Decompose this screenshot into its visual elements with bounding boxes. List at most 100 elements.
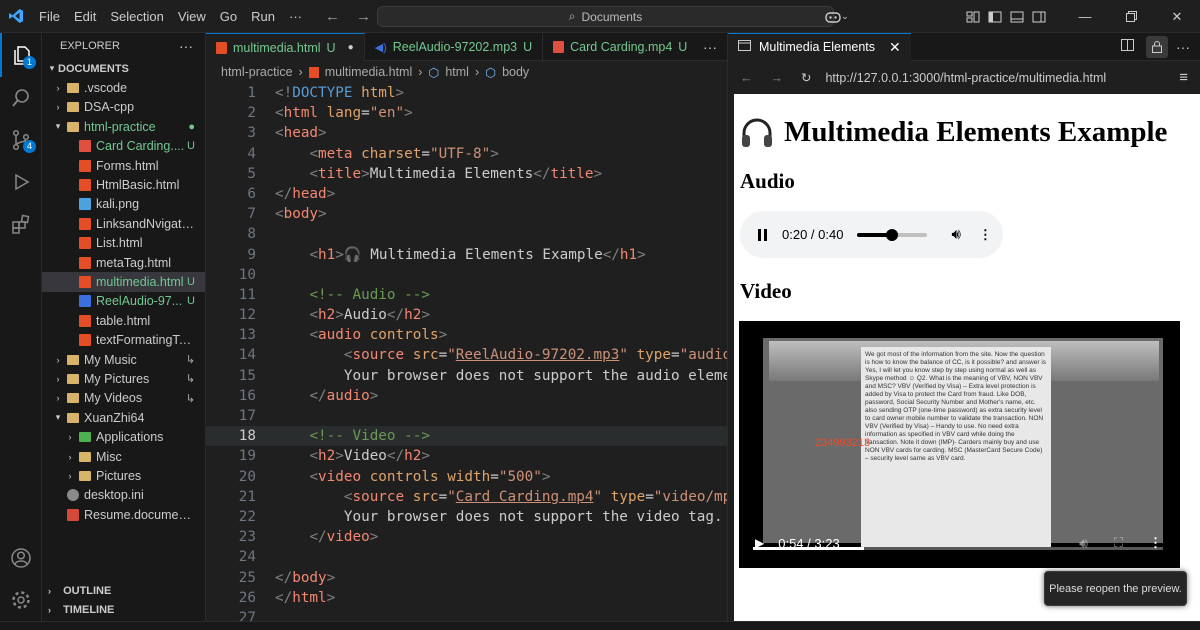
code-line[interactable]: 25 </body>: [206, 568, 727, 588]
code-line[interactable]: 1 <!DOCTYPE html>: [206, 83, 727, 103]
tree-item[interactable]: Forms.html: [42, 156, 205, 175]
tree-item[interactable]: › My Pictures ↳: [42, 369, 205, 388]
minimize-icon[interactable]: —: [1062, 0, 1108, 33]
code-line[interactable]: 16 </audio>: [206, 386, 727, 406]
run-debug-icon[interactable]: [0, 161, 42, 203]
menu-view[interactable]: View: [171, 0, 213, 33]
code-line[interactable]: 5 <title>Multimedia Elements</title>: [206, 164, 727, 184]
tab-card-carding-mp4[interactable]: Card Carding.mp4 U: [543, 33, 697, 61]
code-line[interactable]: 13 <audio controls>: [206, 325, 727, 345]
code-line[interactable]: 3 <head>: [206, 123, 727, 143]
toggle-sidebar-icon[interactable]: [984, 0, 1006, 33]
code-line[interactable]: 26 </html>: [206, 588, 727, 608]
audio-progress-thumb[interactable]: [886, 228, 899, 241]
more-actions-icon[interactable]: ···: [179, 38, 193, 54]
breadcrumb-folder[interactable]: html-practice: [221, 65, 293, 79]
split-editor-icon[interactable]: [1121, 39, 1134, 54]
back-arrow-icon[interactable]: ←: [325, 8, 340, 25]
tab-preview[interactable]: Multimedia Elements ✕: [728, 32, 911, 61]
code-line[interactable]: 19 <h2>Video</h2>: [206, 446, 727, 466]
tree-item[interactable]: › Applications: [42, 427, 205, 446]
code-line[interactable]: 9 <h1>🎧 Multimedia Elements Example</h1>: [206, 245, 727, 265]
code-line[interactable]: 10: [206, 265, 727, 285]
more-actions-icon[interactable]: ···: [1176, 39, 1190, 55]
search-activity-icon[interactable]: [0, 77, 42, 119]
code-line[interactable]: 6 </head>: [206, 184, 727, 204]
source-control-icon[interactable]: 4: [0, 119, 42, 161]
copilot-icon[interactable]: ⌄: [822, 0, 852, 33]
code-line[interactable]: 4 <meta charset="UTF-8">: [206, 144, 727, 164]
tree-item[interactable]: HtmlBasic.html: [42, 175, 205, 194]
code-line[interactable]: 14 <source src="ReelAudio-97202.mp3" typ…: [206, 345, 727, 365]
back-arrow-icon[interactable]: ←: [740, 71, 753, 85]
tree-item[interactable]: › Pictures: [42, 466, 205, 485]
tree-item[interactable]: Card Carding.... U: [42, 137, 205, 156]
account-icon[interactable]: [0, 537, 42, 579]
tree-item[interactable]: ReelAudio-97... U: [42, 292, 205, 311]
breadcrumb-html[interactable]: html: [445, 65, 469, 79]
pause-icon[interactable]: [758, 228, 768, 241]
tree-item[interactable]: Resume.document.pdf: [42, 505, 205, 524]
lock-icon[interactable]: [1146, 35, 1168, 58]
unsaved-dot-icon[interactable]: ●: [348, 42, 354, 53]
toggle-panel-icon[interactable]: [1006, 0, 1028, 33]
code-editor[interactable]: 1 <!DOCTYPE html> 2 <html lang="en"> 3 <head>…: [206, 83, 727, 630]
timeline-section[interactable]: › TIMELINE: [42, 600, 206, 619]
customize-layout-icon[interactable]: [962, 0, 984, 33]
tabs-more-icon[interactable]: ···: [703, 39, 717, 55]
code-line[interactable]: 21 <source src="Card Carding.mp4" type="…: [206, 487, 727, 507]
breadcrumb-body[interactable]: body: [502, 65, 529, 79]
code-line[interactable]: 18 <!-- Video -->: [206, 426, 727, 447]
more-options-icon[interactable]: ⋮: [979, 227, 992, 243]
section-documents[interactable]: ▾ DOCUMENTS: [42, 59, 205, 78]
menu-more[interactable]: ···: [282, 0, 309, 33]
code-line[interactable]: 2 <html lang="en">: [206, 103, 727, 123]
close-tab-icon[interactable]: ✕: [889, 39, 901, 56]
tree-item[interactable]: LinksandNvigation....: [42, 214, 205, 233]
tree-item[interactable]: List.html: [42, 234, 205, 253]
code-line[interactable]: 23 </video>: [206, 527, 727, 547]
tab-reelaudio-mp3[interactable]: ◀) ReelAudio-97202.mp3 U: [365, 33, 544, 61]
explorer-icon[interactable]: 1: [0, 33, 42, 77]
code-line[interactable]: 15 Your browser does not support the aud…: [206, 366, 727, 386]
breadcrumb-file[interactable]: multimedia.html: [325, 65, 413, 79]
tree-item[interactable]: › DSA-cpp: [42, 98, 205, 117]
menu-go[interactable]: Go: [213, 0, 244, 33]
code-line[interactable]: 12 <h2>Audio</h2>: [206, 305, 727, 325]
refresh-icon[interactable]: ↻: [801, 70, 811, 85]
tree-item[interactable]: metaTag.html: [42, 253, 205, 272]
menu-file[interactable]: File: [32, 0, 67, 33]
restore-icon[interactable]: [1108, 0, 1154, 33]
code-line[interactable]: 24: [206, 547, 727, 567]
menu-edit[interactable]: Edit: [67, 0, 103, 33]
audio-player[interactable]: 0:20 / 0:40 🔊︎ ⋮: [740, 211, 1003, 258]
notification-toast[interactable]: Please reopen the preview.: [1044, 571, 1187, 606]
menu-icon[interactable]: ≡: [1179, 69, 1188, 86]
tab-multimedia-html[interactable]: multimedia.html U ●: [206, 33, 365, 61]
video-progress-track[interactable]: [753, 547, 1163, 550]
tree-item[interactable]: › Misc: [42, 447, 205, 466]
tree-item[interactable]: ▾ html-practice ●: [42, 117, 205, 136]
close-window-icon[interactable]: ✕: [1154, 0, 1200, 33]
tree-item[interactable]: › .vscode: [42, 78, 205, 97]
menu-selection[interactable]: Selection: [103, 0, 170, 33]
code-line[interactable]: 11 <!-- Audio -->: [206, 285, 727, 305]
command-center[interactable]: ⌕ Documents: [377, 6, 834, 27]
extensions-icon[interactable]: [0, 203, 42, 245]
code-line[interactable]: 17: [206, 406, 727, 426]
forward-arrow-icon[interactable]: →: [771, 71, 784, 85]
manage-gear-icon[interactable]: [0, 579, 42, 621]
outline-section[interactable]: › OUTLINE: [42, 581, 206, 600]
tree-item[interactable]: table.html: [42, 311, 205, 330]
preview-url[interactable]: http://127.0.0.1:3000/html-practice/mult…: [825, 71, 1106, 85]
toggle-secondary-sidebar-icon[interactable]: [1028, 0, 1050, 33]
tree-item[interactable]: kali.png: [42, 195, 205, 214]
volume-icon[interactable]: 🔊︎: [951, 226, 960, 243]
code-line[interactable]: 7 <body>: [206, 204, 727, 224]
tree-item[interactable]: › My Music ↳: [42, 350, 205, 369]
tree-item[interactable]: textFormatingTag.h...: [42, 330, 205, 349]
code-line[interactable]: 20 <video controls width="500">: [206, 467, 727, 487]
forward-arrow-icon[interactable]: →: [356, 8, 371, 25]
tree-item[interactable]: desktop.ini: [42, 486, 205, 505]
tree-item[interactable]: › My Videos ↳: [42, 389, 205, 408]
